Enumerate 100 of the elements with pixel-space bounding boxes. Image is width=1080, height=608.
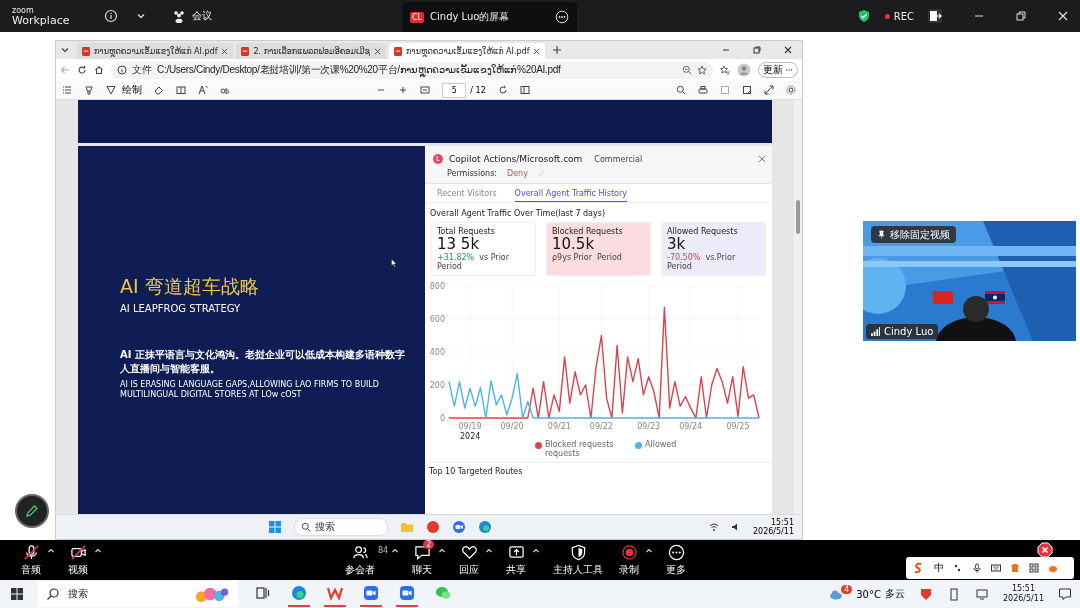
home-icon[interactable]	[94, 65, 104, 75]
caret-icon[interactable]	[438, 546, 447, 555]
grid-icon[interactable]	[1029, 563, 1039, 573]
save-as-icon[interactable]	[742, 85, 752, 95]
toolbar-button[interactable]: 录制	[616, 543, 643, 577]
dashboard-tab[interactable]: Overall Agent Traffic History	[514, 189, 627, 202]
video-tile[interactable]: 移除固定视频 Cindy Luo	[863, 221, 1076, 341]
video-camera-icon	[399, 585, 415, 601]
restore-icon[interactable]	[1016, 11, 1026, 21]
toolbar-button[interactable]: 更多	[663, 543, 690, 577]
search-field[interactable]: 搜索	[38, 581, 238, 607]
settings-icon[interactable]	[786, 85, 796, 95]
axis-tick-label: 09/25	[726, 422, 750, 432]
toolbar-button[interactable]: 共享	[503, 543, 530, 577]
print-icon[interactable]	[698, 85, 708, 95]
cursor-icon	[391, 258, 397, 268]
microphone-icon[interactable]	[972, 563, 982, 573]
shirt-icon[interactable]	[1010, 563, 1020, 573]
app-icon[interactable]	[426, 520, 441, 534]
start-icon[interactable]	[10, 587, 24, 601]
caret-icon[interactable]	[645, 546, 654, 555]
axis-tick-label: 09/22	[589, 422, 613, 432]
people-icon[interactable]	[172, 9, 186, 23]
draw-icon[interactable]	[106, 85, 116, 95]
fit-width-icon[interactable]	[420, 85, 431, 95]
update-button[interactable]: 更新	[758, 62, 798, 78]
annotate-button[interactable]	[15, 494, 49, 528]
scrollbar[interactable]	[794, 100, 802, 514]
axis-tick-label: 09/24	[679, 422, 703, 432]
new-tab-icon[interactable]	[552, 45, 563, 55]
axis-tick-label: 600	[429, 315, 445, 325]
page-number-field[interactable]: 5	[442, 82, 467, 98]
restore-icon[interactable]	[752, 45, 762, 55]
caret-icon[interactable]	[485, 546, 494, 555]
toolbar-button[interactable]: 参会者	[342, 543, 378, 577]
toolbar-button[interactable]: 主持人工具	[550, 543, 607, 577]
page-layout-icon[interactable]	[519, 85, 530, 95]
axis-tick-label: 09/21	[547, 422, 571, 432]
favorites-icon[interactable]	[720, 65, 730, 75]
refresh-icon[interactable]	[77, 65, 87, 75]
translate-icon[interactable]	[220, 85, 230, 95]
start-icon[interactable]	[268, 520, 283, 534]
close-icon[interactable]	[783, 45, 793, 55]
comparison-label: Period	[437, 262, 462, 272]
browser-tab[interactable]: ການຫຼຸດຄວາມເຂັ້ມແຂງໃຫ້ແກ່ AI.pdf	[389, 43, 546, 59]
keyboard-icon[interactable]	[991, 563, 1001, 573]
caret-icon[interactable]	[47, 546, 55, 555]
unread-badge: 2	[423, 539, 435, 549]
pin-icon	[877, 230, 886, 239]
tab-list-icon[interactable]	[60, 45, 70, 55]
network-icon[interactable]	[974, 587, 989, 601]
info-icon[interactable]	[104, 9, 118, 23]
zoom-in-icon[interactable]	[398, 85, 409, 95]
year-label: 2024	[460, 432, 481, 442]
toolbar-button[interactable]: 音频	[18, 543, 44, 577]
zoom-logo: zoom Workplace	[12, 6, 71, 26]
notification-icon[interactable]	[1058, 587, 1072, 601]
caret-icon[interactable]	[94, 546, 102, 555]
rotate-icon[interactable]	[497, 85, 508, 95]
video-camera-icon[interactable]	[452, 520, 467, 534]
chevron-down-icon[interactable]	[136, 11, 146, 21]
caret-icon[interactable]	[391, 546, 400, 555]
temperature[interactable]: 30°C	[856, 588, 881, 600]
toolbar-button[interactable]: 视频	[65, 543, 91, 577]
eraser-icon[interactable]	[154, 85, 164, 95]
browser-tab[interactable]: 2. ການເລືອກແພລດຟອມອີຄອມເມີຊ	[236, 43, 386, 59]
browser-icon[interactable]	[478, 520, 493, 534]
permission-value[interactable]: Deny	[507, 169, 528, 178]
comparison-label: Period	[667, 262, 692, 272]
weather-condition[interactable]: 多云	[884, 587, 905, 601]
fullscreen-icon[interactable]	[764, 85, 774, 95]
profile-avatar-icon[interactable]	[737, 63, 751, 77]
input-mode-toggle[interactable]: 中	[934, 561, 944, 575]
punctuation-icon[interactable]	[953, 563, 963, 573]
clock[interactable]: 15:51 2026/5/11	[1002, 584, 1044, 604]
highlighter-icon[interactable]	[84, 85, 94, 95]
unpin-video-button[interactable]: 移除固定视频	[871, 226, 956, 243]
address-bar[interactable]: 文件 C:/Users/Cindy/Desktop/老挝培训/第一次课%20%20平台/ການຫຼຸດຄວາມເຂັ້ມແຂງໃຫ້ແກ່%20AI.pdf	[111, 61, 713, 79]
heart-icon	[460, 543, 478, 561]
screen-share-tab[interactable]: CL Cindy Luo的屏幕	[402, 2, 577, 32]
page-view-icon[interactable]	[176, 85, 186, 95]
search-icon[interactable]	[676, 85, 686, 95]
participant-name: Cindy Luo	[884, 326, 934, 337]
more-icon[interactable]	[555, 10, 569, 24]
read-aloud-icon[interactable]	[198, 85, 208, 95]
star-icon[interactable]	[697, 65, 707, 75]
leave-icon[interactable]	[928, 9, 942, 23]
close-icon[interactable]	[533, 47, 541, 55]
search-field[interactable]: 搜索	[294, 518, 389, 536]
caret-icon[interactable]	[532, 546, 541, 555]
browser-tab[interactable]: ການຫຼຸດຄວາມເຂັ້ມແຂງໃຫ້ແກ່ AI.pdf	[77, 43, 234, 59]
wifi-icon[interactable]	[708, 522, 719, 532]
zoom-out-icon[interactable]	[682, 65, 692, 75]
toolbar-button[interactable]: 回应	[456, 543, 483, 577]
clock[interactable]: 15:51 2026/5/11	[752, 517, 794, 537]
recording-indicator[interactable]: REC	[884, 10, 914, 22]
shield-icon[interactable]	[856, 9, 871, 23]
dashboard-tab[interactable]: Recent Visitors	[437, 189, 497, 202]
draw-label[interactable]: 绘制	[122, 83, 142, 97]
meeting-label[interactable]: 会议	[192, 9, 212, 23]
